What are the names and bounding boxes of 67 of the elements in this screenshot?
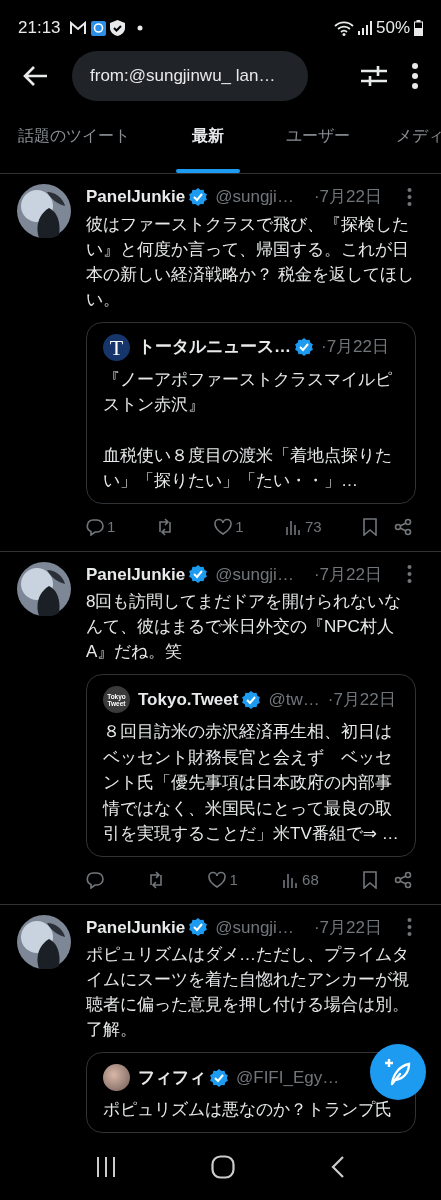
tab[interactable]: 話題のツイート [2,124,146,173]
quoted-text: ８回目訪米の赤沢経済再生相、初日はベッセント財務長官と会えず ベッセント氏「優先事項は日本政府の内部事情ではなく、米国民にとって最良の取引を実現することだ」米TV番組で⇒ … [103,721,399,845]
reply-icon [86,518,104,536]
reply-button[interactable] [86,871,104,889]
mail-icon [68,21,87,35]
back-button[interactable] [331,1155,346,1179]
avatar [17,561,71,616]
share-button[interactable] [394,518,412,536]
tweet-text: ポピュリズムはダメ…ただし、プライムタイムにスーツを着た自惚れたアンカーが視聴者に偏った意見を押し付ける場合は別。了解。 [86,944,410,1041]
avatar [17,184,71,238]
tweet-date: ·7月22日 [321,336,390,359]
avatar [17,914,71,969]
signal-icon [357,21,372,35]
battery-icon [414,20,423,36]
user-handle: @sungji… [215,563,294,586]
tweet-date: ·7月22日 [327,688,396,711]
user-name: トータルニュース… [138,336,291,359]
battery-percent: 50% [375,17,410,40]
tweet-text: 8回も訪問してまだドアを開けられないなんて、彼はまるで米日外交の『NPC村人A』だね。笑 [86,591,403,663]
quoted-text: ポピュリズムは悪なのか？トランプ氏 [103,1099,393,1121]
user-name: Tokyo.Tweet [138,688,239,711]
bookmark-button[interactable] [361,871,378,889]
user-name: PanelJunkie [86,916,186,939]
user-name: PanelJunkie [86,563,186,586]
user-handle: @FIFI_Egy… [236,1066,340,1089]
user-handle: @tw… [268,688,320,711]
clock-time: 21:13 [18,17,61,40]
tweet-date: ·7月22日 [313,186,382,208]
views-icon [281,871,300,889]
back-button[interactable] [22,65,48,87]
tab[interactable]: メディ [380,124,441,173]
dot-icon [136,25,143,31]
tweet-date: ·7月22日 [313,916,382,939]
filter-button[interactable] [361,64,387,88]
like-button[interactable]: 1 [214,515,244,539]
reply-button[interactable]: 1 [86,515,116,539]
bookmark-button[interactable] [362,518,378,536]
tweet-text: 彼はファーストクラスで飛び、『探検したい』と何度か言って、帰国する。これが日本の新しい経済戦略か？ 税金を返してほしい。 [86,213,415,311]
user-name: フィフィ [138,1066,206,1089]
views-button[interactable]: 68 [281,868,319,892]
quoted-tweet-card[interactable]: T トータルニュース… ·7月22日 『ノーアポファーストクラスマイルピストン赤沢』 血税使い８度目の渡米「着地点探りたい」「探りたい」「たい・・」… [86,321,416,504]
reply-icon [86,871,104,889]
compose-button[interactable] [370,1044,426,1100]
tab[interactable]: ユーザー [270,124,366,173]
quoted-text: 『ノーアポファーストクラスマイルピストン赤沢』 [103,368,393,416]
like-button[interactable]: 1 [208,868,238,892]
recent-apps-button[interactable] [95,1156,116,1178]
feather-plus-icon [383,1057,413,1087]
search-field[interactable]: from:@sungjinwu_ lan… [72,51,308,101]
tweet-date: ·7月22日 [313,563,382,586]
user-handle: @sungji… [215,916,294,939]
avatar [103,1064,130,1091]
share-button[interactable] [393,871,412,889]
like-icon [214,518,233,536]
avatar: T [103,333,130,361]
home-button[interactable] [211,1155,236,1179]
user-handle: @sungji… [215,186,294,208]
quoted-text: 血税使い８度目の渡米「着地点探りたい」「探りたい」「たい・・」… [103,444,393,492]
wifi-icon [333,20,354,36]
user-name: PanelJunkie [86,186,186,208]
views-button[interactable]: 73 [283,515,322,539]
like-icon [208,871,227,889]
shield-icon [109,20,125,36]
tab[interactable]: 最新 [176,124,240,173]
more-button[interactable] [411,63,419,89]
views-icon [283,518,302,536]
app-icon [90,20,106,36]
